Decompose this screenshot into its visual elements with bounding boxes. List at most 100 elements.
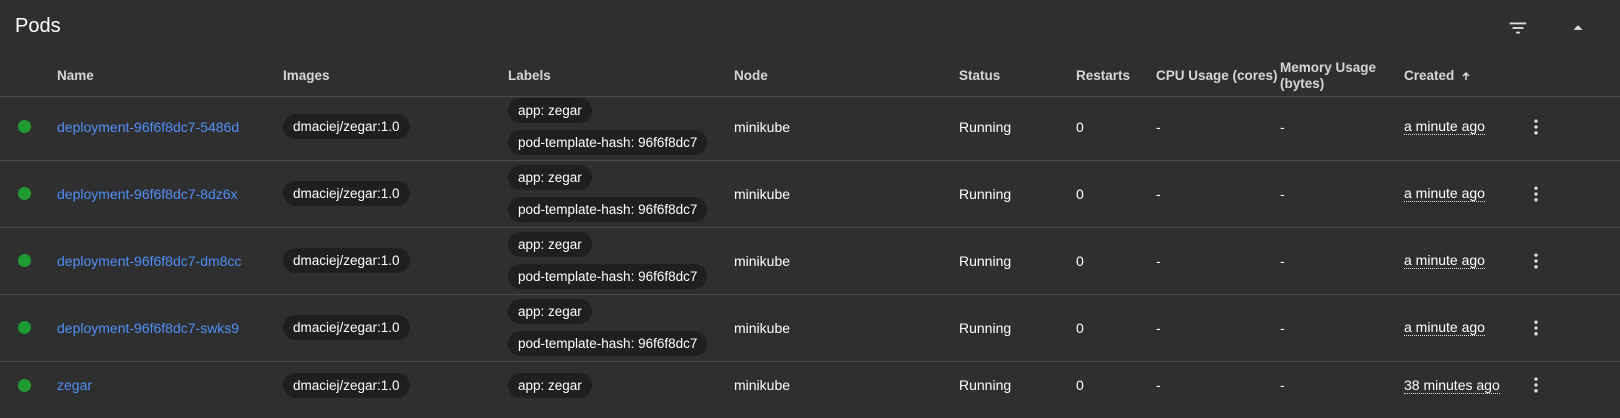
pod-name-link[interactable]: deployment-96f6f8dc7-8dz6x [57,186,238,202]
status-dot-icon [18,254,31,267]
created-time: a minute ago [1404,118,1485,135]
actions-cell [1524,294,1548,361]
more-vert-icon[interactable] [1524,115,1548,139]
status-cell [18,160,31,227]
table-row[interactable]: deployment-96f6f8dc7-5486d dmaciej/zegar… [0,93,1620,161]
column-header-memory[interactable]: Memory Usage (bytes) [1280,56,1376,96]
name-cell: deployment-96f6f8dc7-8dz6x [57,160,238,227]
created-time: a minute ago [1404,319,1485,336]
pod-name-link[interactable]: deployment-96f6f8dc7-swks9 [57,320,239,336]
status-text: Running [959,118,1012,135]
column-header-images: Images [283,68,330,83]
label-chip: app: zegar [508,165,592,190]
name-cell: deployment-96f6f8dc7-swks9 [57,294,239,361]
label-chip: app: zegar [508,299,592,324]
restarts-cell: 0 [1076,185,1084,202]
created-cell: a minute ago [1404,227,1485,294]
node-cell: minikube [734,252,791,269]
more-vert-icon[interactable] [1524,182,1548,206]
restarts-cell: 0 [1076,252,1084,269]
node-cell: minikube [734,319,791,336]
status-text: Running [959,252,1012,269]
label-chip: pod-template-hash: 96f6f8dc7 [508,197,708,222]
pod-name-link[interactable]: zegar [57,377,92,393]
pod-name-link[interactable]: deployment-96f6f8dc7-dm8cc [57,253,241,269]
restarts-cell: 0 [1076,118,1084,135]
filter-button[interactable] [1500,10,1536,46]
actions-cell [1524,361,1548,409]
node-cell: minikube [734,185,791,202]
column-header-status[interactable]: Status [959,56,1000,96]
labels-cell: app: zegar pod-template-hash: 96f6f8dc7 [508,160,708,227]
table-header: Name Images Labels Node Status Restarts … [0,56,1620,97]
column-header-created[interactable]: Created [1404,56,1472,96]
status-cell [18,361,31,409]
status-dot-icon [18,120,31,133]
status-cell [18,227,31,294]
column-header-name[interactable]: Name [57,56,94,96]
restarts-cell: 0 [1076,319,1084,336]
image-cell: dmaciej/zegar:1.0 [283,294,410,361]
created-cell: a minute ago [1404,160,1485,227]
status-cell [18,93,31,160]
created-time: a minute ago [1404,185,1485,202]
cpu-cell: - [1156,185,1161,202]
labels-cell: app: zegar pod-template-hash: 96f6f8dc7 [508,227,708,294]
node-cell: minikube [734,377,791,393]
status-cell [18,294,31,361]
table-row[interactable]: deployment-96f6f8dc7-8dz6x dmaciej/zegar… [0,160,1620,228]
created-time: 38 minutes ago [1404,376,1500,394]
status-dot-icon [18,187,31,200]
image-cell: dmaciej/zegar:1.0 [283,361,410,409]
status-text: Running [959,319,1012,336]
table-row[interactable]: deployment-96f6f8dc7-dm8cc dmaciej/zegar… [0,227,1620,295]
name-cell: deployment-96f6f8dc7-5486d [57,93,239,160]
label-chip: app: zegar [508,372,592,398]
collapse-up-icon [1573,25,1583,30]
created-cell: a minute ago [1404,294,1485,361]
more-vert-icon[interactable] [1524,249,1548,273]
label-chip: app: zegar [508,232,592,257]
page-title: Pods [15,15,61,37]
more-vert-icon[interactable] [1524,316,1548,340]
column-header-labels: Labels [508,68,551,83]
node-cell: minikube [734,118,791,135]
image-cell: dmaciej/zegar:1.0 [283,160,410,227]
image-chip: dmaciej/zegar:1.0 [283,315,410,340]
label-chip: pod-template-hash: 96f6f8dc7 [508,331,708,356]
memory-cell: - [1280,319,1285,336]
image-chip: dmaciej/zegar:1.0 [283,372,410,398]
collapse-button[interactable] [1560,10,1596,46]
actions-cell [1524,160,1548,227]
column-header-restarts[interactable]: Restarts [1076,56,1130,96]
name-cell: deployment-96f6f8dc7-dm8cc [57,227,241,294]
column-header-cpu[interactable]: CPU Usage (cores) [1156,56,1278,96]
labels-cell: app: zegar pod-template-hash: 96f6f8dc7 [508,294,708,361]
more-vert-icon[interactable] [1524,373,1548,397]
actions-cell [1524,227,1548,294]
labels-cell: app: zegar [508,361,592,409]
cpu-cell: - [1156,118,1161,135]
labels-cell: app: zegar pod-template-hash: 96f6f8dc7 [508,93,708,160]
image-chip: dmaciej/zegar:1.0 [283,114,410,139]
status-text: Running [959,377,1012,393]
memory-cell: - [1280,185,1285,202]
pods-card: Pods Name Images Labels Node Status Rest… [0,0,1620,418]
column-header-node[interactable]: Node [734,56,768,96]
created-cell: a minute ago [1404,93,1485,160]
pod-name-link[interactable]: deployment-96f6f8dc7-5486d [57,119,239,135]
image-chip: dmaciej/zegar:1.0 [283,181,410,206]
column-header-memory-line1: Memory Usage [1280,60,1377,75]
cpu-cell: - [1156,319,1161,336]
table-row[interactable]: deployment-96f6f8dc7-swks9 dmaciej/zegar… [0,294,1620,362]
memory-cell: - [1280,377,1285,393]
status-dot-icon [18,378,31,392]
filter-icon [1509,22,1527,34]
restarts-cell: 0 [1076,377,1084,393]
created-cell: 38 minutes ago [1404,361,1500,409]
cpu-cell: - [1156,252,1161,269]
table-row[interactable]: zegar dmaciej/zegar:1.0 app: zegar minik… [0,361,1620,409]
label-chip: app: zegar [508,98,592,123]
status-text: Running [959,185,1012,202]
memory-cell: - [1280,118,1285,135]
